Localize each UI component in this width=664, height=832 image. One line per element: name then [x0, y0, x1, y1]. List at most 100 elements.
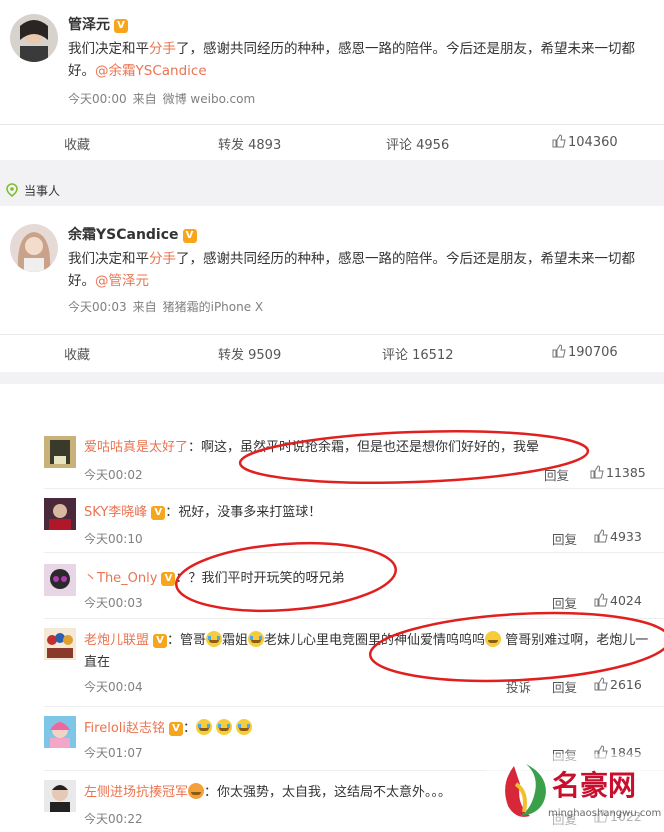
like-button[interactable]: 4024 — [594, 593, 642, 608]
comment-time: 今天00:04 — [84, 680, 143, 694]
source-prefix: 来自 — [132, 92, 157, 106]
like-button[interactable]: 104360 — [552, 134, 618, 150]
spacer — [0, 384, 664, 424]
avatar[interactable] — [10, 224, 58, 272]
reply-button[interactable]: 回复 — [552, 529, 577, 548]
comment-body: ： — [183, 721, 197, 736]
list-item: 爱咕咕真是太好了：啊这，虽然平时说抢余霜，但是也还是想你们好好的，我晕 今天00… — [0, 436, 664, 496]
reply-button[interactable]: 回复 — [544, 465, 569, 484]
thumb-up-icon — [552, 344, 566, 358]
report-button[interactable]: 投诉 — [506, 677, 531, 696]
author-name[interactable]: 管泽元 V — [68, 14, 128, 34]
comment-user[interactable]: SKY李晓峰 — [84, 505, 147, 520]
post-time[interactable]: 今天00:00 — [68, 92, 127, 106]
comment-body: 霜姐 — [222, 633, 249, 648]
collect-button[interactable]: 收藏 — [64, 344, 90, 363]
watermark-url: minghaoshangwu.com — [548, 808, 662, 819]
watermark: 名豪网 minghaoshangwu.com — [486, 754, 664, 832]
post-source[interactable]: 微博 weibo.com — [163, 92, 256, 106]
like-button[interactable]: 11385 — [590, 465, 646, 480]
post-text-part: 我们决定和平 — [68, 251, 149, 267]
comment-body: ：你太强势，太自我，这结局不太意外。。。 — [204, 785, 452, 800]
comment-text: Fireloli赵志铭 V： — [84, 718, 644, 740]
like-count: 190706 — [568, 345, 618, 360]
like-button[interactable]: 4933 — [594, 529, 642, 544]
avatar[interactable] — [44, 628, 76, 660]
comment-button[interactable]: 评论 16512 — [382, 344, 454, 363]
divider — [44, 488, 664, 489]
collect-button[interactable]: 收藏 — [64, 134, 90, 153]
repost-button[interactable]: 转发 9509 — [218, 344, 281, 363]
source-prefix: 来自 — [132, 300, 157, 314]
comment-body: ：啊这，虽然平时说抢余霜，但是也还是想你们好好的，我晕 — [188, 440, 540, 455]
crying-emoji-icon — [236, 719, 253, 735]
mention-link[interactable]: @余霜YSCandice — [95, 63, 207, 79]
comment-text: 老炮儿联盟 V ：管哥 霜姐 老妹儿心里电竞圈里的神仙爱情呜呜呜 管哥别难过啊，老炮儿一… — [84, 630, 650, 674]
post-meta: 今天00:00 来自 微博 weibo.com — [68, 90, 261, 107]
author-name-text[interactable]: 余霜YSCandice — [68, 227, 179, 243]
comment-user[interactable]: 爱咕咕真是太好了 — [84, 440, 188, 455]
like-count: 4024 — [610, 593, 642, 608]
comment-body: ：祝好，没事多来打篮球！ — [165, 505, 322, 520]
post-meta: 今天00:03 来自 猪猪霜的iPhone X — [68, 298, 269, 315]
author-name[interactable]: 余霜YSCandice V — [68, 224, 197, 244]
thumb-up-icon — [590, 465, 604, 479]
mention-link[interactable]: @管泽元 — [95, 273, 149, 289]
repost-button[interactable]: 转发 4893 — [218, 134, 281, 153]
verified-badge-icon: V — [153, 634, 168, 648]
verified-badge-icon: V — [114, 19, 128, 33]
location-pin-icon — [6, 183, 18, 197]
verified-badge-icon: V — [161, 572, 176, 586]
avatar[interactable] — [44, 564, 76, 596]
comment-user[interactable]: 左侧进场抗揍冠军 — [84, 785, 188, 800]
thumb-up-icon — [552, 134, 566, 148]
post-text: 我们决定和平分手了，感谢共同经历的种种，感恩一路的陪伴。今后还是朋友，希望未来一… — [68, 248, 652, 292]
reply-button[interactable]: 回复 — [552, 593, 577, 612]
action-bar: 收藏 转发 4893 评论 4956 104360 — [0, 124, 664, 160]
avatar[interactable] — [44, 716, 76, 748]
comment-user[interactable]: 丶The_Only — [84, 571, 157, 586]
post-time[interactable]: 今天00:03 — [68, 300, 127, 314]
comment-text: SKY李晓峰 V ：祝好，没事多来打篮球！ — [84, 502, 644, 524]
avatar[interactable] — [44, 780, 76, 812]
verified-badge-icon: V — [182, 229, 197, 243]
sad-emoji-icon — [485, 631, 502, 647]
like-count: 4933 — [610, 529, 642, 544]
list-item: SKY李晓峰 V ：祝好，没事多来打篮球！ 今天00:10 回复 4933 — [0, 498, 664, 558]
like-button[interactable]: 190706 — [552, 344, 618, 360]
avatar[interactable] — [10, 14, 58, 62]
action-bar: 收藏 转发 9509 评论 16512 190706 — [0, 334, 664, 370]
reply-button[interactable]: 回复 — [552, 677, 577, 696]
crying-emoji-icon — [216, 719, 233, 735]
comment-time: 今天00:22 — [84, 812, 143, 826]
comment-text: 爱咕咕真是太好了：啊这，虽然平时说抢余霜，但是也还是想你们好好的，我晕 — [84, 437, 644, 459]
like-count: 2616 — [610, 677, 642, 692]
avatar[interactable] — [44, 498, 76, 530]
comment-text: 丶The_Only V ：？我们平时开玩笑的呀兄弟 — [84, 568, 644, 590]
comment-user[interactable]: Fireloli赵志铭 — [84, 721, 165, 736]
crying-emoji-icon — [196, 719, 213, 735]
divider — [44, 552, 664, 553]
comment-button[interactable]: 评论 4956 — [386, 134, 449, 153]
comment-user[interactable]: 老炮儿联盟 — [84, 633, 149, 648]
post-source[interactable]: 猪猪霜的iPhone X — [163, 300, 264, 314]
thumb-up-icon — [594, 677, 608, 691]
comment-time: 今天01:07 — [84, 746, 143, 760]
comment-body: ：？我们平时开玩笑的呀兄弟 — [175, 571, 345, 586]
post-card-1: 管泽元 V 我们决定和平分手了，感谢共同经历的种种，感恩一路的陪伴。今后还是朋友，… — [0, 0, 664, 160]
comment-time: 今天00:03 — [84, 596, 143, 610]
like-button[interactable]: 2616 — [594, 677, 642, 692]
list-item: 老炮儿联盟 V ：管哥 霜姐 老妹儿心里电竞圈里的神仙爱情呜呜呜 管哥别难过啊，老炮儿一… — [0, 628, 664, 708]
crying-emoji-icon — [248, 631, 265, 647]
comment-time: 今天00:10 — [84, 532, 143, 546]
avatar[interactable] — [44, 436, 76, 468]
divider — [44, 618, 664, 619]
crying-emoji-icon — [206, 631, 223, 647]
verified-badge-icon: V — [169, 722, 183, 736]
author-name-text[interactable]: 管泽元 — [68, 17, 110, 33]
comment-time: 今天00:02 — [84, 468, 143, 482]
post-card-2: 余霜YSCandice V 我们决定和平分手了，感谢共同经历的种种，感恩一路的陪伴… — [0, 206, 664, 372]
smile-emoji-icon — [188, 783, 205, 799]
watermark-brand: 名豪网 — [552, 769, 637, 802]
thumb-up-icon — [594, 529, 608, 543]
